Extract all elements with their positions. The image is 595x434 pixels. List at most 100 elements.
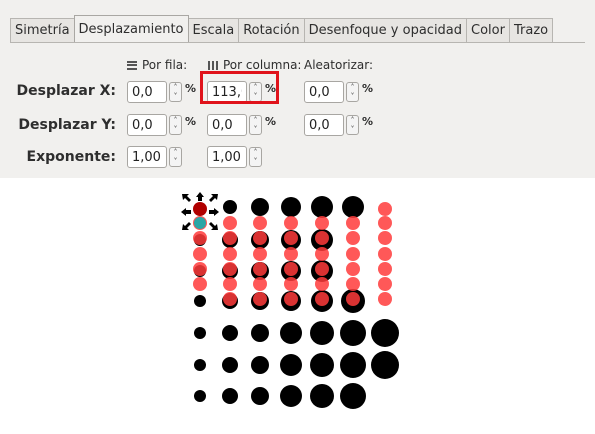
red-dot [193,277,207,291]
red-dot [284,216,298,230]
shift-x-randomize-unit: % [362,81,374,95]
red-dot [223,277,237,291]
drawing-canvas [0,178,595,430]
exponent-per-row-input[interactable] [127,146,167,168]
red-dot [378,292,392,306]
randomize-label: Aleatorizar: [304,58,374,72]
red-dot [346,216,360,230]
shift-x-per-row-unit: % [185,81,197,95]
dot [342,196,364,218]
spin-arrows-icon[interactable]: ˄ ˅ [169,115,182,135]
red-dot [315,262,329,276]
red-dot [223,247,237,261]
spin-arrows-icon[interactable]: ˄ ˅ [249,147,262,167]
red-dot [315,216,329,230]
shift-x-label: Desplazar X: [16,83,116,99]
red-dot [284,262,298,276]
red-dot [223,262,237,276]
red-dot [284,292,298,306]
dot [222,388,238,404]
spin-arrows-icon[interactable]: ˄ ˅ [169,82,182,102]
spin-arrows-icon[interactable]: ˄ ˅ [346,82,359,102]
red-dot [253,216,267,230]
dot [251,356,269,374]
dot [194,390,206,402]
red-dot [346,262,360,276]
red-dot [193,262,207,276]
clone-tiling-svg [181,192,399,409]
red-dot [315,277,329,291]
red-dot [253,231,267,245]
dot [371,319,399,347]
dot [251,198,269,216]
red-dot [284,231,298,245]
tab-rotation[interactable]: Rotación [238,18,305,42]
rows-icon [127,60,137,70]
shift-y-per-column-spinbox: ˄˅ % [207,113,276,137]
spin-arrows-icon[interactable]: ˄ ˅ [346,115,359,135]
red-dot [284,277,298,291]
exponent-label: Exponente: [26,149,116,165]
dot [223,200,237,214]
dot [280,322,302,344]
exponent-per-column-input[interactable] [207,146,247,168]
handle-top-right[interactable] [209,194,218,202]
dot [222,325,238,341]
tab-stroke[interactable]: Trazo [508,18,554,42]
per-row-header: Por fila: [127,57,187,73]
selected-teal-dot[interactable] [194,217,206,229]
randomize-header: Aleatorizar: [304,57,373,73]
shift-y-per-row-spinbox: ˄˅ % [127,113,196,137]
handle-left[interactable] [181,208,191,216]
red-dot [346,247,360,261]
red-dot [253,292,267,306]
red-dot [223,231,237,245]
shift-y-per-column-input[interactable] [207,114,247,136]
red-dot [378,262,392,276]
tab-shift[interactable]: Desplazamiento [73,15,189,42]
red-dot [284,247,298,261]
shift-y-randomize-input[interactable] [304,114,344,136]
selected-original[interactable] [193,202,207,229]
red-dot [223,292,237,306]
tiled-clones-panel: Simetría Desplazamiento Escala Rotación … [0,0,595,178]
tab-blur-opacity[interactable]: Desenfoque y opacidad [303,18,468,42]
exponent-per-row-spinbox: ˄˅ [127,145,182,169]
red-dot [378,202,392,216]
red-dot [378,216,392,230]
tab-color[interactable]: Color [466,18,510,42]
red-dot [315,247,329,261]
dot [194,359,206,371]
tab-symmetry[interactable]: Simetría [10,18,75,42]
red-dot [378,277,392,291]
exponent-per-column-spinbox: ˄˅ [207,145,262,169]
handle-top[interactable] [196,192,204,201]
handle-bottom-right[interactable] [209,222,218,230]
tab-scale[interactable]: Escala [187,18,240,42]
dot [310,384,334,408]
dot [251,324,269,342]
red-dot [346,231,360,245]
red-dot [346,277,360,291]
dot [251,387,269,405]
red-clone-columns [193,202,392,306]
handle-bottom-left[interactable] [182,222,191,230]
spin-arrows-icon[interactable]: ˄ ˅ [169,147,182,167]
shift-y-randomize-unit: % [362,114,374,128]
per-column-highlight-box [200,71,279,104]
dot [311,196,333,218]
dot [222,357,238,373]
shift-y-per-row-input[interactable] [127,114,167,136]
red-dot [253,247,267,261]
handle-right[interactable] [209,208,219,216]
red-dot [253,277,267,291]
handle-top-left[interactable] [182,194,191,202]
spin-arrows-icon[interactable]: ˄ ˅ [249,115,262,135]
red-dot [315,231,329,245]
shift-x-per-row-input[interactable] [127,81,167,103]
red-dot [378,247,392,261]
shift-x-randomize-input[interactable] [304,81,344,103]
original-dot[interactable] [193,202,207,216]
dot [340,352,366,378]
red-dot [346,292,360,306]
